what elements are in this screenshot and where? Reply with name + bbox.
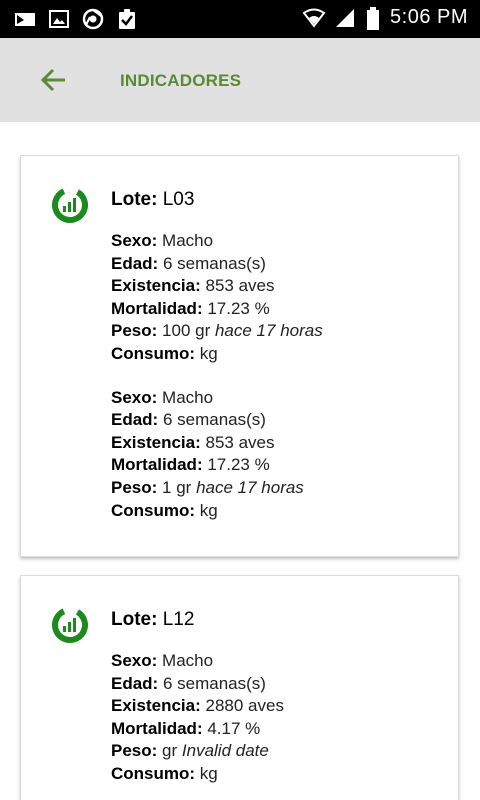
sexo-value: Macho — [162, 651, 214, 670]
lote-line: Lote: L12 — [111, 608, 448, 632]
chart-donut-icon — [51, 606, 89, 644]
peso-timestamp: hace 17 horas — [214, 321, 323, 341]
mortalidad-row: Mortalidad: 17.23 % — [111, 298, 448, 321]
system-icons: 5:06 PM — [302, 6, 468, 30]
peso-label: Peso: — [111, 741, 158, 761]
peso-row: Peso: 1 gr hace 17 horas — [111, 477, 448, 500]
chrome-icon — [82, 8, 104, 30]
sexo-row: Sexo: Macho — [111, 230, 448, 253]
edad-label: Edad: — [111, 673, 159, 693]
lote-value: L12 — [162, 609, 195, 630]
peso-timestamp: hace 17 horas — [196, 477, 304, 497]
peso-label: Peso: — [111, 477, 158, 497]
existencia-value: 853 aves — [205, 276, 275, 296]
clock: 5:06 PM — [390, 6, 468, 28]
sexo-label: Sexo: — [111, 387, 158, 407]
existencia-value: 2880 aves — [205, 696, 284, 716]
edad-label: Edad: — [111, 410, 159, 430]
sexo-label: Sexo: — [111, 651, 158, 670]
arrow-left-icon — [40, 68, 65, 92]
indicator-group: Sexo: Macho Edad: 6 semanas(s) Existenci… — [111, 387, 448, 523]
clipboard-check-icon — [116, 8, 138, 30]
battery-icon — [366, 6, 380, 30]
existencia-label: Existencia: — [111, 432, 201, 452]
peso-value: 1 gr — [162, 477, 192, 497]
edad-value: 6 semanas(s) — [162, 673, 266, 693]
lote-label: Lote: — [111, 609, 158, 630]
indicator-group: Sexo: Macho Edad: 6 semanas(s) Existenci… — [111, 230, 448, 366]
back-button[interactable] — [34, 60, 74, 100]
consumo-label: Consumo: — [111, 500, 196, 520]
notification-icons — [14, 8, 138, 30]
wifi-icon — [302, 7, 326, 29]
peso-value: 100 gr — [162, 321, 211, 341]
sexo-value: Macho — [162, 387, 214, 407]
existencia-label: Existencia: — [111, 696, 201, 716]
lote-value: L03 — [162, 189, 195, 210]
consumo-value: kg — [199, 500, 218, 520]
mortalidad-row: Mortalidad: 4.17 % — [111, 718, 448, 741]
edad-row: Edad: 6 semanas(s) — [111, 409, 448, 432]
sexo-row: Sexo: Macho — [111, 387, 448, 410]
indicators-list[interactable]: Lote: L03 Sexo: Macho Edad: 6 semanas(s)… — [0, 122, 480, 800]
peso-value: gr — [162, 741, 178, 761]
sim-card-icon — [14, 8, 36, 30]
edad-label: Edad: — [111, 253, 159, 273]
mortalidad-value: 4.17 % — [207, 718, 261, 738]
card-body: Lote: L12 Sexo: Macho Edad: 6 semanas(s)… — [111, 608, 448, 800]
mortalidad-label: Mortalidad: — [111, 718, 203, 738]
peso-label: Peso: — [111, 321, 158, 341]
mortalidad-value: 17.23 % — [207, 298, 270, 318]
sexo-row: Sexo: Macho — [111, 650, 448, 673]
lote-card[interactable]: Lote: L03 Sexo: Macho Edad: 6 semanas(s)… — [20, 155, 459, 557]
indicator-group: Sexo: Macho Edad: 6 semanas(s) Existenci… — [111, 650, 448, 786]
consumo-label: Consumo: — [111, 763, 196, 783]
status-bar: 5:06 PM — [0, 0, 480, 38]
consumo-value: kg — [199, 343, 218, 363]
page-title: INDICADORES — [120, 71, 242, 90]
mortalidad-value: 17.23 % — [207, 455, 270, 475]
existencia-row: Existencia: 853 aves — [111, 275, 448, 298]
mortalidad-label: Mortalidad: — [111, 455, 203, 475]
peso-row: Peso: 100 gr hace 17 horas — [111, 320, 448, 343]
existencia-row: Existencia: 2880 aves — [111, 695, 448, 718]
lote-label: Lote: — [111, 189, 158, 210]
edad-row: Edad: 6 semanas(s) — [111, 253, 448, 276]
consumo-row: Consumo: kg — [111, 500, 448, 523]
chart-donut-icon — [51, 186, 89, 224]
edad-value: 6 semanas(s) — [162, 410, 266, 430]
lote-line: Lote: L03 — [111, 188, 448, 212]
lote-card[interactable]: Lote: L12 Sexo: Macho Edad: 6 semanas(s)… — [20, 575, 459, 800]
image-icon — [48, 8, 70, 30]
consumo-row: Consumo: kg — [111, 343, 448, 366]
card-body: Lote: L03 Sexo: Macho Edad: 6 semanas(s)… — [111, 188, 448, 543]
sexo-label: Sexo: — [111, 231, 158, 250]
existencia-row: Existencia: 853 aves — [111, 432, 448, 455]
mortalidad-label: Mortalidad: — [111, 298, 203, 318]
consumo-label: Consumo: — [111, 343, 196, 363]
existencia-value: 853 aves — [205, 432, 275, 452]
edad-row: Edad: 6 semanas(s) — [111, 673, 448, 696]
app-bar: INDICADORES — [0, 38, 480, 123]
consumo-value: kg — [199, 763, 218, 783]
consumo-row: Consumo: kg — [111, 763, 448, 786]
edad-value: 6 semanas(s) — [162, 253, 266, 273]
peso-timestamp: Invalid date — [181, 741, 269, 761]
signal-icon — [334, 7, 356, 29]
mortalidad-row: Mortalidad: 17.23 % — [111, 454, 448, 477]
existencia-label: Existencia: — [111, 276, 201, 296]
sexo-value: Macho — [162, 231, 214, 250]
peso-row: Peso: gr Invalid date — [111, 740, 448, 763]
